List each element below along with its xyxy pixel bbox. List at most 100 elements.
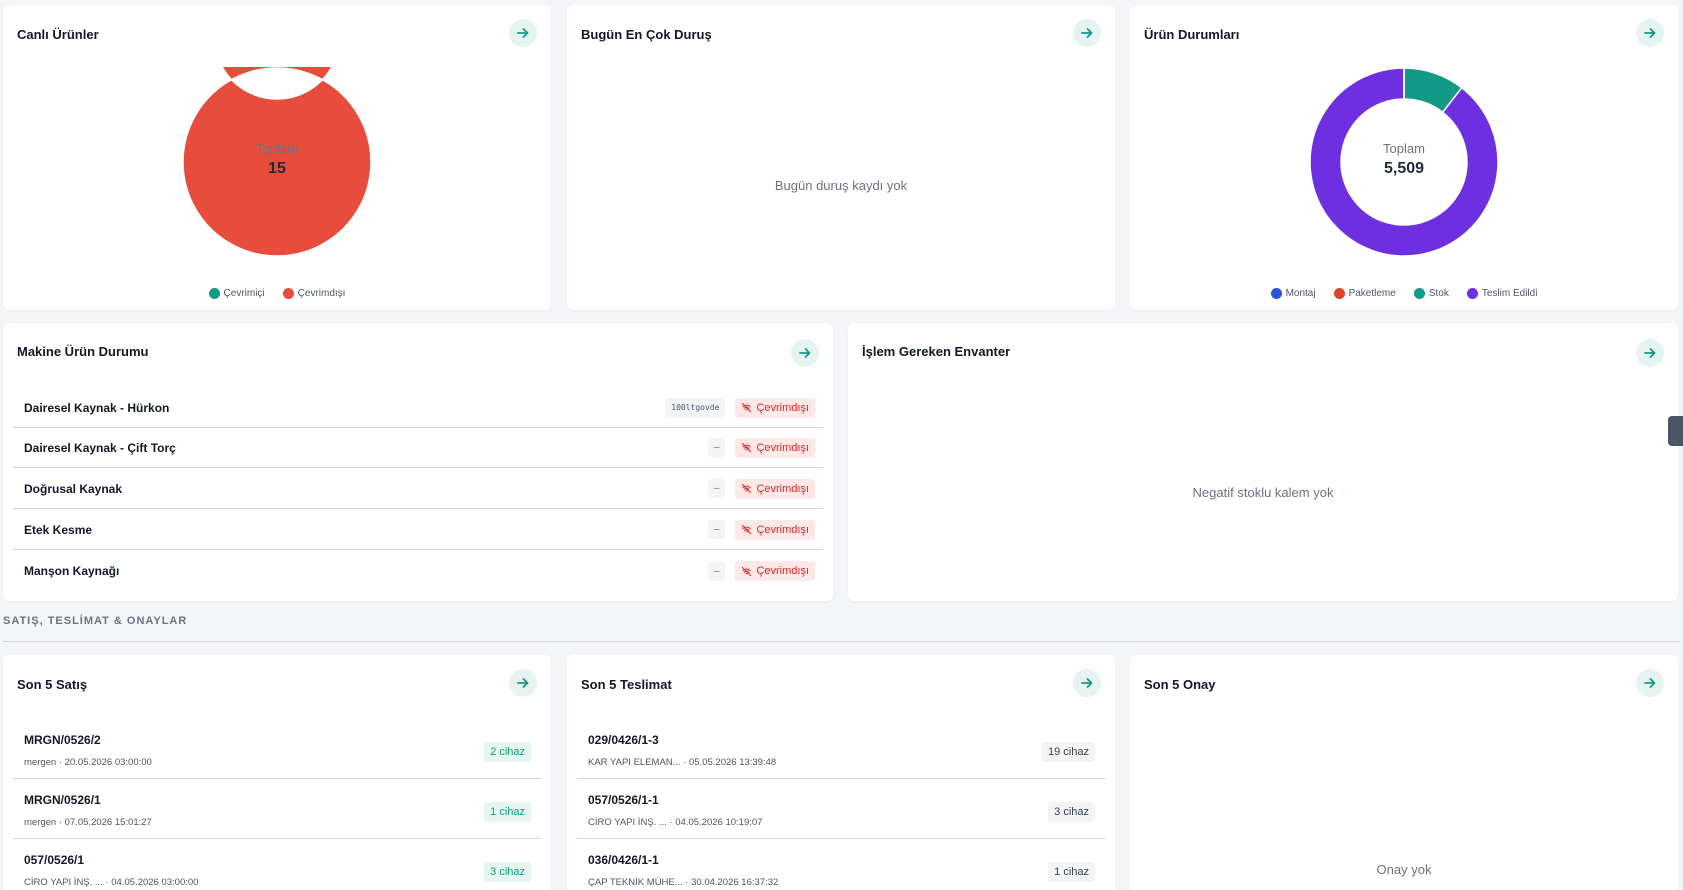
status-text: Çevrimdışı	[756, 401, 809, 414]
legend-label: Stok	[1428, 288, 1449, 299]
list-item[interactable]: 036/0426/1-1 ÇAP TEKNİK MÜHE... · 30.04.…	[577, 841, 1105, 890]
legend-dot	[208, 288, 220, 299]
status-text: Çevrimdışı	[756, 441, 809, 454]
status-badge: Çevrimdışı	[735, 519, 815, 540]
machine-row[interactable]: Etek Kesme – Çevrimdışı	[13, 510, 823, 550]
divider	[3, 641, 1680, 642]
list-item[interactable]: MRGN/0526/2 mergen · 20.05.2026 03:00:00…	[13, 721, 541, 779]
device-count-badge: 1 cihaz	[1048, 862, 1095, 882]
arrow-right-icon[interactable]	[1636, 669, 1664, 697]
legend-label: Paketleme	[1348, 288, 1396, 299]
arrow-right-icon[interactable]	[1636, 339, 1664, 367]
card-title: Son 5 Satış	[17, 677, 88, 692]
empty-message: Negatif stoklu kalem yok	[1192, 485, 1334, 500]
donut-total-label: Toplam	[1383, 141, 1425, 156]
wifi-off-icon	[742, 483, 752, 494]
legend-dot	[1413, 288, 1425, 299]
legend-dot	[1466, 288, 1478, 299]
chart-legend: Montaj Paketleme Stok Teslim Edildi	[1130, 288, 1678, 299]
live-products-card: Canlı Ürünler Toplam 15 Çevrimiçi Çevrim…	[3, 5, 551, 310]
machine-product-chip: –	[707, 561, 726, 581]
legend-item-assembly[interactable]: Montaj	[1270, 288, 1316, 299]
legend-item-packaging[interactable]: Paketleme	[1333, 288, 1396, 299]
device-count-badge: 19 cihaz	[1042, 742, 1095, 762]
machine-status-card: Makine Ürün Durumu Dairesel Kaynak - Hür…	[3, 323, 833, 601]
sale-meta: mergen · 07.05.2026 15:01:27	[24, 817, 152, 828]
sale-id: MRGN/0526/1	[24, 793, 101, 807]
legend-item-offline[interactable]: Çevrimdışı	[282, 288, 346, 299]
arrow-right-icon[interactable]	[509, 669, 537, 697]
arrow-right-icon[interactable]	[1073, 19, 1101, 47]
card-title: Son 5 Onay	[1144, 677, 1216, 692]
list-item[interactable]: MRGN/0526/1 mergen · 07.05.2026 15:01:27…	[13, 781, 541, 839]
list-item[interactable]: 057/0526/1 CİRO YAPI İNŞ. ... · 04.05.20…	[13, 841, 541, 890]
legend-label: Çevrimdışı	[297, 288, 346, 299]
section-title: SATIŞ, TESLİMAT & ONAYLAR	[3, 615, 188, 627]
machine-name: Manşon Kaynağı	[24, 564, 120, 578]
status-badge: Çevrimdışı	[735, 397, 815, 418]
arrow-right-icon[interactable]	[1636, 19, 1664, 47]
sale-meta: mergen · 20.05.2026 03:00:00	[24, 757, 152, 768]
device-count-badge: 2 cihaz	[484, 742, 531, 762]
card-title: Ürün Durumları	[1144, 27, 1240, 42]
donut-total-value: 5,509	[1383, 160, 1425, 177]
empty-message: Bugün duruş kaydı yok	[774, 178, 908, 193]
status-badge: Çevrimdışı	[735, 561, 815, 581]
empty-message: Onay yok	[1376, 862, 1432, 877]
side-panel-toggle[interactable]	[1668, 416, 1683, 446]
legend-label: Montaj	[1285, 288, 1316, 299]
status-badge: Çevrimdışı	[735, 437, 815, 458]
list-item[interactable]: 029/0426/1-3 KAR YAPI ELEMAN... · 05.05.…	[577, 721, 1105, 779]
donut-total-label: Toplam	[256, 141, 298, 156]
machine-row[interactable]: Manşon Kaynağı – Çevrimdışı	[13, 551, 823, 591]
legend-item-stock[interactable]: Stok	[1413, 288, 1449, 299]
chart-legend: Çevrimiçi Çevrimdışı	[3, 288, 551, 299]
legend-label: Teslim Edildi	[1481, 288, 1538, 299]
machine-product-chip: –	[707, 438, 726, 457]
approvals-card: Son 5 Onay Onay yok	[1130, 655, 1678, 890]
deliveries-card: Son 5 Teslimat 029/0426/1-3 KAR YAPI ELE…	[567, 655, 1115, 890]
legend-label: Çevrimiçi	[223, 288, 265, 299]
machine-product-chip: –	[707, 479, 726, 498]
wifi-off-icon	[742, 566, 752, 576]
delivery-id: 057/0526/1-1	[588, 793, 659, 807]
card-title: Makine Ürün Durumu	[17, 344, 149, 359]
device-count-badge: 3 cihaz	[484, 862, 531, 882]
device-count-badge: 1 cihaz	[484, 802, 531, 822]
card-title: Bugün En Çok Duruş	[581, 27, 712, 42]
machine-row[interactable]: Dairesel Kaynak - Çift Torç – Çevrimdışı	[13, 428, 823, 468]
delivery-meta: CİRO YAPI İNŞ. ... · 04.05.2026 10:19:07	[588, 817, 763, 828]
arrow-right-icon[interactable]	[509, 19, 537, 47]
delivery-meta: ÇAP TEKNİK MÜHE... · 30.04.2026 16:37:32	[588, 877, 779, 888]
delivery-id: 029/0426/1-3	[588, 733, 659, 747]
product-status-card: Ürün Durumları Toplam 5,509 Montaj Paket…	[1130, 5, 1678, 310]
card-title: İşlem Gereken Envanter	[862, 344, 1011, 359]
machine-name: Dairesel Kaynak - Hürkon	[24, 400, 170, 415]
legend-item-online[interactable]: Çevrimiçi	[208, 288, 265, 299]
wifi-off-icon	[742, 524, 752, 535]
card-title: Son 5 Teslimat	[581, 677, 672, 692]
device-count-badge: 3 cihaz	[1048, 802, 1095, 822]
arrow-right-icon[interactable]	[1073, 669, 1101, 697]
legend-dot	[1270, 288, 1282, 299]
list-item[interactable]: 057/0526/1-1 CİRO YAPI İNŞ. ... · 04.05.…	[577, 781, 1105, 839]
machine-product-chip: –	[707, 520, 726, 539]
machine-row[interactable]: Dairesel Kaynak - Hürkon 100ltgovde Çevr…	[13, 388, 823, 428]
donut-total-value: 15	[268, 160, 286, 177]
status-text: Çevrimdışı	[756, 482, 809, 495]
sale-meta: CİRO YAPI İNŞ. ... · 04.05.2026 03:00:00	[24, 877, 199, 888]
machine-row[interactable]: Doğrusal Kaynak – Çevrimdışı	[13, 469, 823, 509]
inventory-card: İşlem Gereken Envanter Negatif stoklu ka…	[848, 323, 1678, 601]
sale-id: MRGN/0526/2	[24, 733, 101, 747]
machine-name: Doğrusal Kaynak	[24, 481, 123, 496]
machine-product-chip: 100ltgovde	[665, 398, 726, 417]
sale-id: 057/0526/1	[24, 853, 85, 867]
wifi-off-icon	[742, 442, 752, 453]
delivery-meta: KAR YAPI ELEMAN... · 05.05.2026 13:39:48	[588, 757, 777, 768]
machine-name: Etek Kesme	[24, 522, 93, 537]
legend-item-delivered[interactable]: Teslim Edildi	[1466, 288, 1538, 299]
arrow-right-icon[interactable]	[791, 339, 819, 367]
delivery-id: 036/0426/1-1	[588, 853, 659, 867]
status-text: Çevrimdışı	[756, 523, 809, 536]
top-downtime-card: Bugün En Çok Duruş Bugün duruş kaydı yok	[567, 5, 1115, 310]
